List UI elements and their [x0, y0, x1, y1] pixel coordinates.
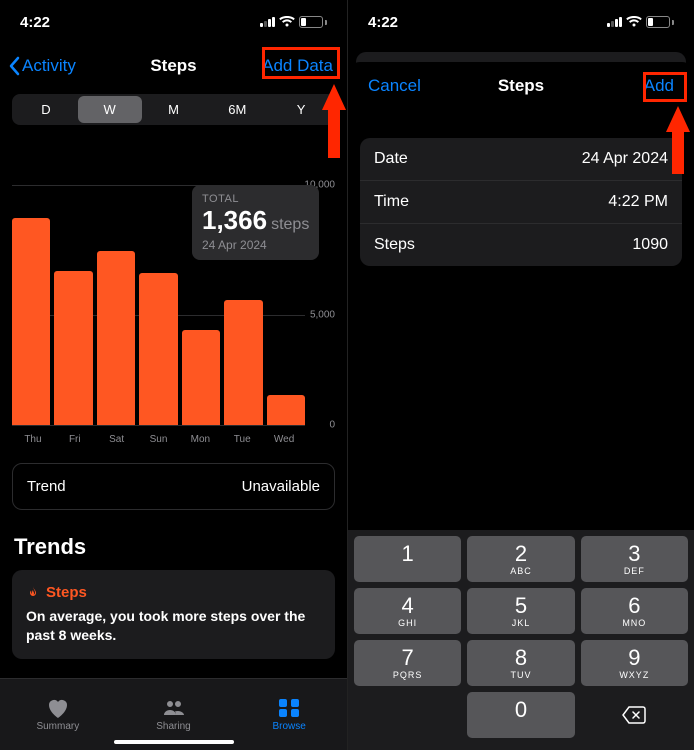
tab-browse[interactable]: Browse	[231, 679, 347, 750]
flame-icon	[26, 586, 40, 600]
add-button[interactable]: Add	[638, 72, 680, 100]
bar-mon[interactable]	[182, 330, 220, 425]
add-data-form: Date 24 Apr 2024 Time 4:22 PM Steps 1090	[360, 138, 682, 266]
seg-month[interactable]: M	[142, 96, 206, 123]
grid-icon	[277, 697, 301, 719]
summary-value: 1,366	[202, 205, 267, 235]
add-data-sheet: Cancel Steps Add Date 24 Apr 2024 Time 4…	[348, 62, 694, 750]
axis-label-5000: 5,000	[310, 310, 335, 321]
steps-label: Steps	[374, 236, 415, 254]
time-value: 4:22 PM	[608, 193, 668, 211]
axis-label-0: 0	[329, 420, 335, 431]
bar-sun[interactable]	[139, 273, 177, 425]
key-7[interactable]: 7PQRS	[354, 640, 461, 686]
xlabel-mon: Mon	[179, 434, 221, 445]
people-icon	[162, 697, 186, 719]
seg-day[interactable]: D	[14, 96, 78, 123]
cellular-icon	[260, 17, 275, 27]
chevron-left-icon	[8, 56, 20, 76]
trend-value: Unavailable	[242, 478, 320, 495]
xlabel-sat: Sat	[96, 434, 138, 445]
back-button[interactable]: Activity	[8, 56, 76, 76]
xlabel-fri: Fri	[54, 434, 96, 445]
status-time: 4:22	[20, 14, 50, 31]
form-row-time[interactable]: Time 4:22 PM	[360, 180, 682, 223]
xlabel-wed: Wed	[263, 434, 305, 445]
time-range-segmented[interactable]: D W M 6M Y	[12, 94, 335, 125]
bar-tue[interactable]	[224, 300, 262, 425]
key-delete[interactable]	[581, 692, 688, 738]
bar-fri[interactable]	[54, 271, 92, 425]
key-blank	[354, 692, 461, 738]
status-right: 27	[260, 16, 327, 28]
xlabel-tue: Tue	[221, 434, 263, 445]
phone-left-steps-detail: 4:22 27 Activity Steps Add Data D W M 6M…	[0, 0, 347, 750]
steps-chart: TOTAL 1,366steps 24 Apr 2024 10,000 5,00…	[12, 185, 335, 445]
date-label: Date	[374, 150, 408, 168]
key-9[interactable]: 9WXYZ	[581, 640, 688, 686]
trends-section-title: Trends	[14, 534, 333, 560]
chart-x-labels: ThuFriSatSunMonTueWed	[12, 434, 305, 445]
trend-row[interactable]: Trend Unavailable	[12, 463, 335, 510]
trend-card-title: Steps	[46, 584, 87, 601]
heart-icon	[46, 697, 70, 719]
wifi-icon	[279, 16, 295, 28]
seg-6month[interactable]: 6M	[205, 96, 269, 123]
trend-card-steps[interactable]: Steps On average, you took more steps ov…	[12, 570, 335, 659]
key-4[interactable]: 4GHI	[354, 588, 461, 634]
status-bar: 4:22 27	[348, 0, 694, 44]
summary-label: TOTAL	[202, 193, 309, 205]
battery-icon: 27	[299, 16, 327, 28]
backspace-icon	[621, 705, 647, 725]
phone-right-add-data-sheet: 4:22 27 Cancel Steps Add Date 24 Apr 202…	[347, 0, 694, 750]
key-2[interactable]: 2ABC	[467, 536, 574, 582]
status-bar: 4:22 27	[0, 0, 347, 44]
status-time: 4:22	[368, 14, 398, 31]
key-3[interactable]: 3DEF	[581, 536, 688, 582]
wifi-icon	[626, 16, 642, 28]
home-indicator[interactable]	[114, 740, 234, 744]
bar-thu[interactable]	[12, 218, 50, 425]
tab-summary[interactable]: Summary	[0, 679, 116, 750]
chart-summary-callout: TOTAL 1,366steps 24 Apr 2024	[192, 185, 319, 260]
seg-week[interactable]: W	[78, 96, 142, 123]
steps-value: 1090	[632, 236, 668, 254]
key-1[interactable]: 1	[354, 536, 461, 582]
sheet-nav: Cancel Steps Add	[348, 62, 694, 110]
tab-bar: Summary Sharing Browse	[0, 678, 347, 750]
key-0[interactable]: 0	[467, 692, 574, 738]
key-5[interactable]: 5JKL	[467, 588, 574, 634]
add-data-button[interactable]: Add Data	[256, 52, 339, 80]
bar-sat[interactable]	[97, 251, 135, 425]
battery-icon: 27	[646, 16, 674, 28]
form-row-date[interactable]: Date 24 Apr 2024	[360, 138, 682, 180]
time-label: Time	[374, 193, 409, 211]
summary-date: 24 Apr 2024	[202, 238, 309, 252]
form-row-steps[interactable]: Steps 1090	[360, 223, 682, 266]
xlabel-sun: Sun	[138, 434, 180, 445]
summary-unit: steps	[271, 216, 309, 233]
cellular-icon	[607, 17, 622, 27]
nav-bar: Activity Steps Add Data	[0, 44, 347, 88]
bar-wed[interactable]	[267, 395, 305, 425]
date-value: 24 Apr 2024	[582, 150, 668, 168]
key-6[interactable]: 6MNO	[581, 588, 688, 634]
trend-label: Trend	[27, 478, 66, 495]
key-8[interactable]: 8TUV	[467, 640, 574, 686]
numeric-keypad: 1 2ABC3DEF 4GHI5JKL6MNO 7PQRS8TUV9WXYZ0	[348, 530, 694, 750]
status-right: 27	[607, 16, 674, 28]
cancel-button[interactable]: Cancel	[362, 72, 427, 100]
trend-card-text: On average, you took more steps over the…	[26, 607, 321, 645]
xlabel-thu: Thu	[12, 434, 54, 445]
